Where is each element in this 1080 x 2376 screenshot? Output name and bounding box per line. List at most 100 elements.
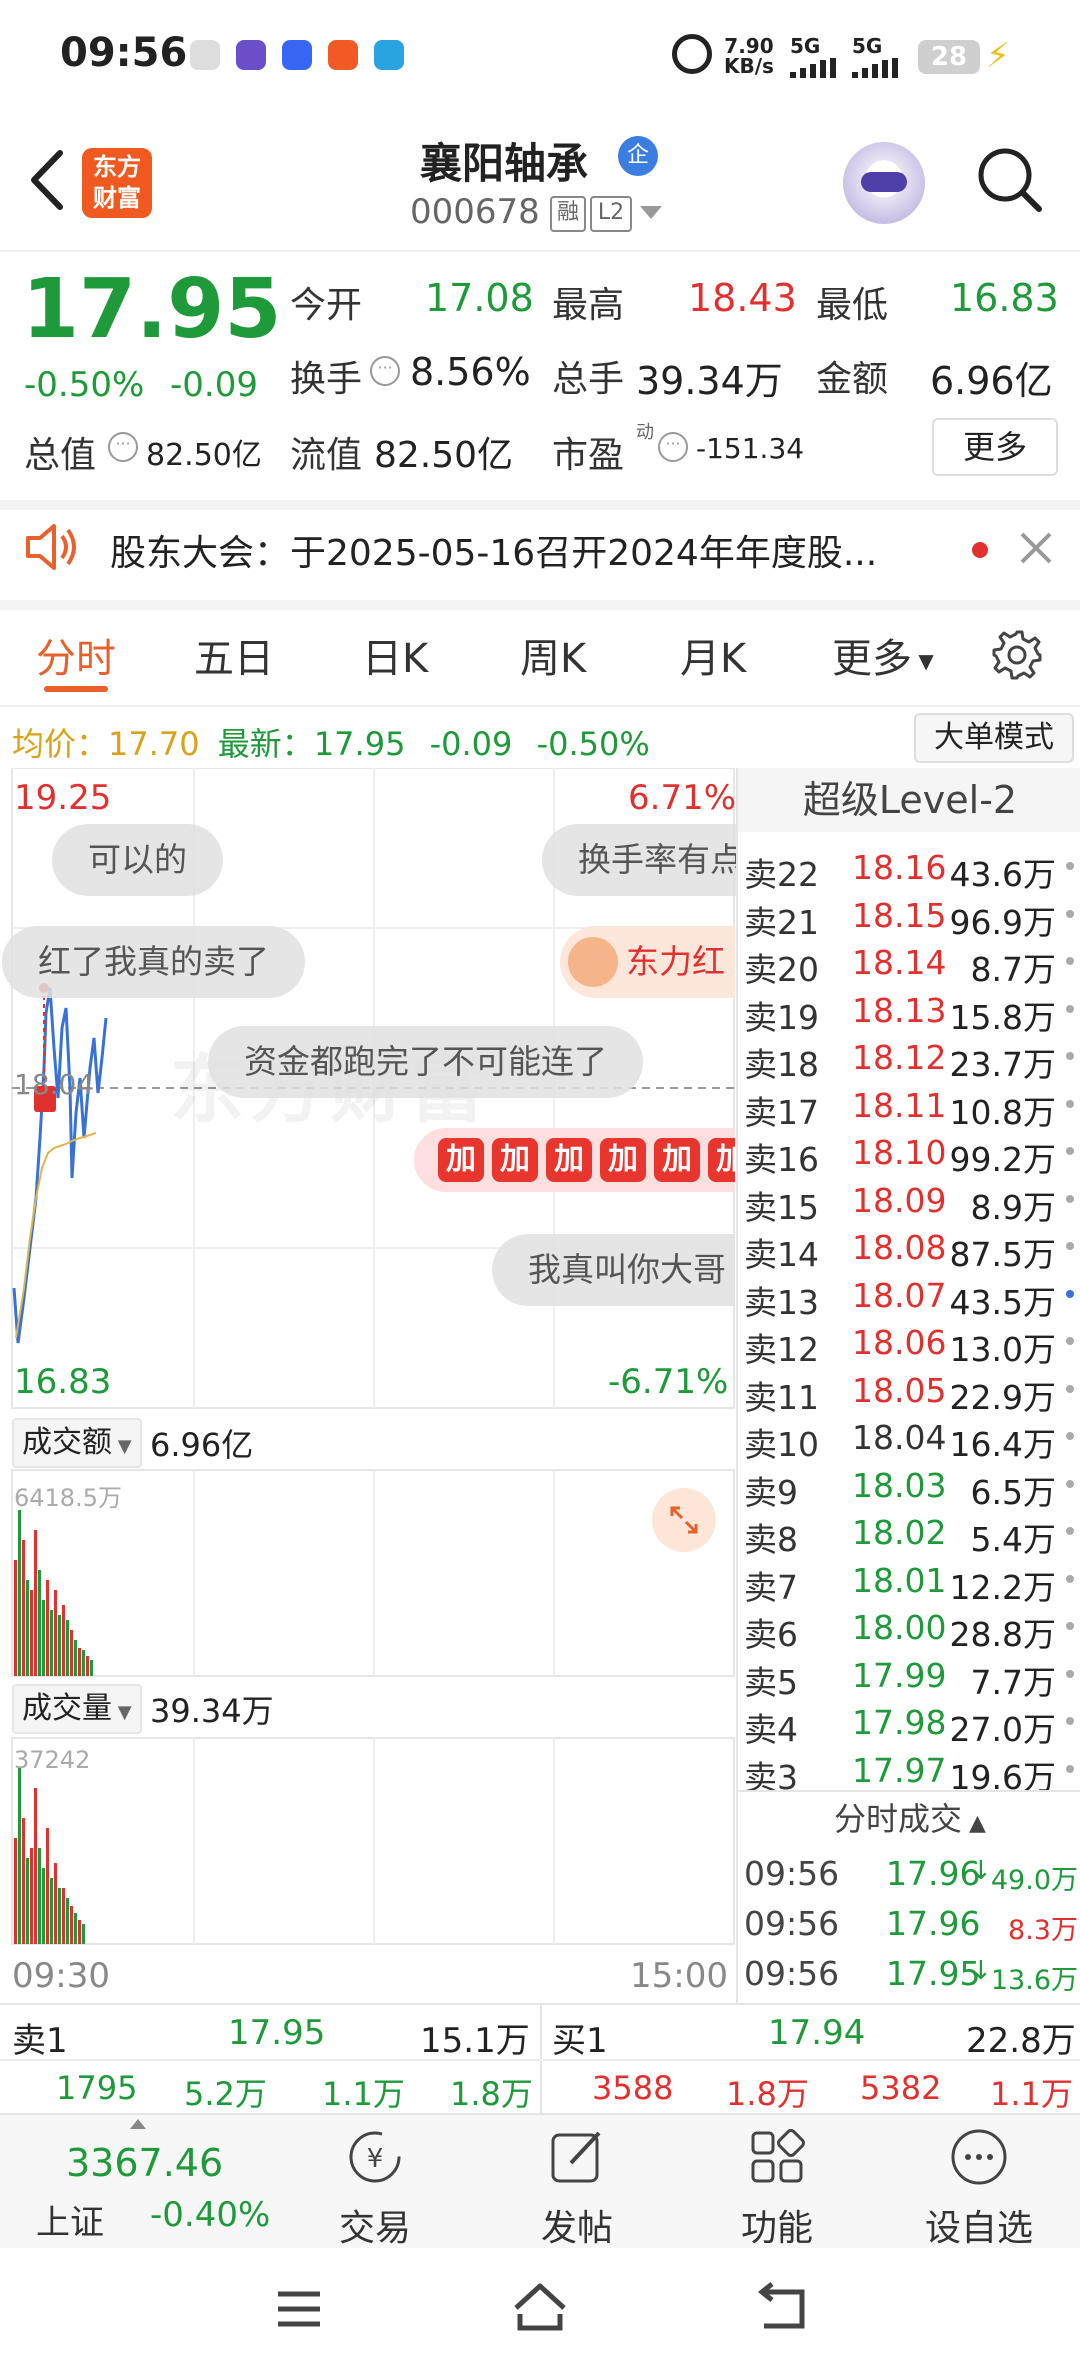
high-label: 最高 (552, 285, 625, 326)
buy-detail-item: 1.1万 (990, 2075, 1073, 2113)
nav-trade[interactable]: ¥ 交易 (300, 2125, 450, 2251)
gear-icon[interactable] (990, 628, 1044, 682)
order-level-dot (1066, 1052, 1074, 1060)
danmaku-bubble: 资金都跑完了不可能连了 (208, 1026, 643, 1098)
order-level-dot (1066, 1289, 1074, 1298)
grid-icon (751, 2129, 805, 2183)
index-change: -0.40% (150, 2195, 271, 2235)
volume-selector[interactable]: 成交量 ▼ (12, 1684, 142, 1734)
ticks-title[interactable]: 分时成交 ▲ (738, 1794, 1080, 1840)
market-cap-label: 总值 (24, 435, 97, 476)
search-icon[interactable] (975, 145, 1045, 215)
order-book-row: 卖9 18.03 6.5万 (744, 1460, 1074, 1512)
min-price-label: 16.83 (14, 1362, 112, 1402)
order-level-dot (1066, 1479, 1074, 1488)
order-book-row: 卖12 18.06 13.0万 (744, 1317, 1074, 1369)
notice-bar[interactable]: 股东大会：于2025-05-16召开2024年年度股... (0, 500, 1080, 610)
info-icon[interactable]: ··· (658, 432, 688, 462)
margin-tag: 融 (550, 196, 586, 232)
amount-selector[interactable]: 成交额 ▼ (12, 1418, 142, 1468)
amount-total: 6.96亿 (150, 1426, 254, 1464)
buy1-label: 买1 (552, 2021, 608, 2061)
tab-weekly-k[interactable]: 周K (520, 626, 586, 684)
order-level-dot (1066, 1432, 1074, 1440)
change-percent: -0.50% (24, 365, 145, 405)
tick-volume: 8.3万 (1008, 1915, 1078, 1946)
menu-icon[interactable] (274, 2284, 324, 2334)
order-book-row: 卖22 18.16 43.6万 (744, 842, 1074, 894)
order-level-dot (1066, 1527, 1074, 1535)
more-button[interactable]: 更多 (932, 418, 1058, 476)
index-ticker[interactable]: 3367.46 上证 -0.40% (0, 2115, 290, 2250)
info-icon[interactable]: ··· (370, 356, 400, 386)
chart-tabs: 分时 五日 日K 周K 月K 更多 ▼ (0, 600, 1080, 707)
nav-post[interactable]: 发帖 (502, 2125, 652, 2251)
charging-icon: ⚡ (986, 36, 1010, 76)
tab-monthly-k[interactable]: 月K (680, 626, 746, 684)
order-level-dot (1066, 1337, 1074, 1345)
bottom-nav: 3367.46 上证 -0.40% ¥ 交易 发帖 功能 设自选 (0, 2113, 1080, 2250)
order-book-row: 卖21 18.15 96.9万 (744, 890, 1074, 942)
volume-value: 39.34万 (636, 359, 783, 403)
alarm-icon (672, 34, 712, 74)
buy1-price: 17.94 (768, 2013, 866, 2053)
tick-row: 09:56 17.96 ↓ 49.0万 (744, 1848, 1078, 1896)
expand-icon[interactable] (652, 1488, 716, 1552)
current-price: 17.95 (22, 262, 282, 357)
intraday-chart[interactable]: 东方财富 18.04 19.25 6.71% 16.83 -6.71% 可以的 … (0, 768, 738, 2003)
order-book-row: 卖5 17.99 7.7万 (744, 1650, 1074, 1702)
back-nav-icon[interactable] (752, 2282, 808, 2334)
buy-detail-item: 1.8万 (726, 2075, 809, 2113)
nav-function[interactable]: 功能 (702, 2125, 852, 2251)
eastmoney-logo: 东方 财富 (82, 148, 152, 218)
change-value: -0.09 (170, 365, 258, 405)
intraday-summary: 均价：17.70 最新：17.95 -0.09 -0.50% (12, 725, 650, 763)
amount-bars (14, 1510, 93, 1676)
time-start-label: 09:30 (12, 1956, 110, 1996)
sell1-label: 卖1 (12, 2021, 68, 2061)
big-order-mode-button[interactable]: 大单模式 (914, 713, 1074, 763)
danmaku-bubble: 东力红 (560, 926, 735, 998)
order-book-row: 卖4 17.98 27.0万 (744, 1697, 1074, 1749)
order-level-price: 18.09 (852, 1180, 947, 1220)
chevron-down-icon[interactable] (640, 206, 662, 219)
net-speed: 7.90 KB/s (724, 34, 774, 78)
float-cap-value: 82.50亿 (374, 435, 514, 476)
nav-add-watchlist[interactable]: 设自选 (904, 2125, 1054, 2251)
order-book-row: 卖17 18.11 10.8万 (744, 1080, 1074, 1132)
info-icon[interactable]: ··· (108, 432, 138, 462)
back-button[interactable] (24, 145, 74, 215)
telegram-app-icon (374, 40, 404, 70)
unread-dot (972, 542, 988, 558)
divider (738, 1790, 1080, 1792)
order-level-dot (1066, 1574, 1074, 1583)
jia-badge: 加 (492, 1138, 538, 1182)
jia-badge: 加 (600, 1138, 646, 1182)
volume-bars (14, 1768, 85, 1944)
buy-detail-item: 3588 (592, 2069, 674, 2107)
order-book: 超级Level-2 卖22 18.16 43.6万 卖21 18.15 96.9万 卖20 1… (736, 768, 1080, 2003)
home-icon[interactable] (510, 2280, 570, 2336)
order-book-row: 卖8 18.02 5.4万 (744, 1507, 1074, 1559)
triangle-up-icon: ▲ (962, 1811, 986, 1836)
sell-detail-item: 1795 (56, 2069, 138, 2107)
battery-icon: 28 (918, 40, 980, 74)
status-bar: 09:56 7.90 KB/s 5G 5G 28 ⚡ (0, 0, 1080, 110)
order-level-price: 18.11 (852, 1085, 947, 1125)
danmaku-bubble: 可以的 (52, 824, 223, 896)
stock-code: 000678 (410, 192, 540, 232)
jia-badge: 加 (654, 1138, 700, 1182)
triangle-up-icon (130, 2119, 146, 2129)
tab-daily-k[interactable]: 日K (362, 626, 428, 684)
vivo-app-icon (282, 40, 312, 70)
time-end-label: 15:00 (630, 1956, 728, 1996)
close-icon[interactable] (1018, 530, 1054, 566)
tab-more[interactable]: 更多 ▼ (832, 626, 934, 684)
tab-five-day[interactable]: 五日 (194, 626, 274, 684)
order-book-row: 卖6 18.00 28.8万 (744, 1602, 1074, 1654)
tab-intraday[interactable]: 分时 (36, 626, 116, 684)
robot-avatar[interactable] (843, 142, 925, 224)
volume-total: 39.34万 (150, 1692, 274, 1730)
order-level-price: 18.06 (852, 1323, 947, 1362)
order-level-dot (1066, 1717, 1074, 1725)
